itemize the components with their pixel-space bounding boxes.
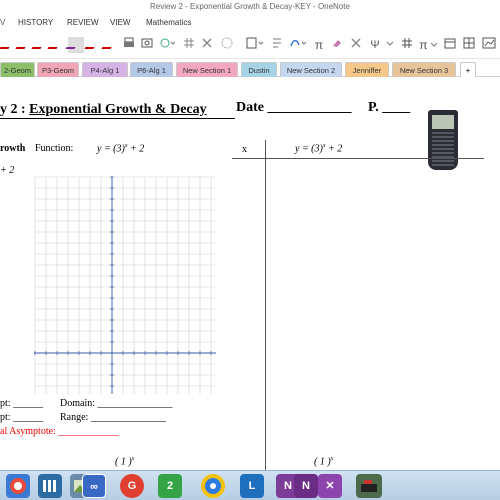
- taskbar-lync-icon[interactable]: L: [240, 474, 264, 498]
- decay-fraction-right: ( 1 )x: [314, 456, 334, 468]
- calculator-screen: [432, 115, 454, 129]
- title-underline: y 2 : Exponential Growth & Decay: [0, 102, 235, 119]
- section-tab-new-section-2[interactable]: New Section 2: [280, 62, 342, 77]
- format-icon[interactable]: [270, 37, 284, 53]
- left-equation-partial: + 2: [0, 165, 15, 176]
- y-intercept-label: pt: ______: [0, 412, 44, 423]
- range-label: Range: _______________: [60, 412, 166, 423]
- taskbar-chrome-like-icon[interactable]: [6, 474, 30, 498]
- table-divider: [265, 140, 266, 470]
- ink-to-shape-icon[interactable]: [288, 37, 308, 53]
- pen-selected-icon[interactable]: [65, 37, 84, 53]
- section-tab-p4-alg1[interactable]: P4-Alg 1: [82, 62, 128, 77]
- ribbon-toolbar: π Ψ π: [0, 31, 500, 59]
- psi-icon[interactable]: Ψ: [366, 37, 384, 53]
- section-tab-new-section-1[interactable]: New Section 1: [176, 62, 238, 77]
- window-title: Review 2 - Exponential Growth & Decay-KE…: [150, 2, 350, 11]
- taskbar-document-camera-icon[interactable]: [356, 474, 382, 498]
- delete-icon[interactable]: [201, 37, 213, 53]
- chart-icon[interactable]: [481, 37, 497, 53]
- section-tab-p3-geom[interactable]: P3-Geom: [37, 62, 79, 77]
- picture-icon[interactable]: [140, 37, 154, 53]
- lasso-icon[interactable]: [219, 37, 235, 53]
- menu-partial[interactable]: V: [0, 18, 5, 27]
- ribbon-tabs: V HISTORY REVIEW VIEW Mathematics: [0, 14, 500, 31]
- clear-icon[interactable]: [349, 37, 363, 53]
- matrix-icon[interactable]: [400, 37, 414, 53]
- taskbar-onenote-2-icon[interactable]: N: [294, 474, 318, 498]
- section-tab-p6-alg1[interactable]: P6-Alg 1: [130, 62, 173, 77]
- menu-mathematics[interactable]: Mathematics: [146, 18, 191, 27]
- function-label: Function:: [35, 143, 74, 154]
- insert-space-icon[interactable]: [245, 37, 265, 53]
- shape-circle-icon[interactable]: [158, 37, 176, 53]
- note-page[interactable]: y 2 : Exponential Growth & Decay Date __…: [0, 78, 500, 470]
- table-y-header: y = (3)x + 2: [295, 143, 343, 155]
- calculator-keys: [432, 132, 454, 166]
- growth-label: rowth: [0, 143, 26, 154]
- calendar-icon[interactable]: [443, 37, 457, 53]
- taskbar-infinity-icon[interactable]: ∞: [82, 474, 106, 498]
- pen-red-icon[interactable]: [0, 37, 16, 53]
- pi-icon[interactable]: π: [313, 37, 325, 53]
- worksheet-title: y 2 : Exponential Growth & Decay: [0, 102, 235, 119]
- taskbar-library-icon[interactable]: [38, 474, 62, 498]
- domain-label: Domain: _______________: [60, 398, 173, 409]
- onenote-window: Review 2 - Exponential Growth & Decay-KE…: [0, 0, 500, 500]
- period-field: P. ____: [368, 100, 411, 115]
- section-tabs: 2-Geom P3-Geom P4-Alg 1 P6-Alg 1 New Sec…: [0, 60, 500, 77]
- section-tab-jenniffer[interactable]: Jenniffer: [345, 62, 389, 77]
- table-header-line: [232, 158, 484, 159]
- menu-review[interactable]: REVIEW: [67, 18, 99, 27]
- dropdown-icon[interactable]: [384, 37, 396, 53]
- x-intercept-label: pt: ______: [0, 398, 44, 409]
- table-x-header: x: [242, 144, 247, 155]
- pen-red-5-icon[interactable]: [84, 37, 101, 53]
- section-tab-dustin[interactable]: Dustin: [241, 62, 277, 77]
- taskbar-app-2-icon[interactable]: 2: [158, 474, 182, 498]
- taskbar-camera-icon[interactable]: [201, 474, 225, 498]
- taskbar-google-icon[interactable]: G: [120, 474, 144, 498]
- decay-fraction-left: ( 1 )x: [115, 456, 135, 468]
- eraser-icon[interactable]: [330, 37, 344, 53]
- menu-view[interactable]: VIEW: [110, 18, 130, 27]
- date-field: Date ____________: [236, 100, 352, 115]
- windows-taskbar: ∞ G 2 L N N ✕: [0, 470, 500, 500]
- section-tab-2-geom[interactable]: 2-Geom: [0, 62, 35, 77]
- grid-icon[interactable]: [182, 37, 196, 53]
- coordinate-grid[interactable]: [30, 173, 220, 398]
- asymptote-label: al Asymptote: ____________: [0, 426, 119, 437]
- pen-red-2-icon[interactable]: [15, 37, 32, 53]
- print-icon[interactable]: [122, 37, 136, 53]
- menu-history[interactable]: HISTORY: [18, 18, 53, 27]
- pi-menu-icon[interactable]: π: [418, 37, 438, 53]
- taskbar-app-x-icon[interactable]: ✕: [318, 474, 342, 498]
- pen-red-4-icon[interactable]: [47, 37, 64, 53]
- table-icon[interactable]: [462, 37, 476, 53]
- pen-red-6-icon[interactable]: [101, 37, 118, 53]
- function-equation: y = (3)x + 2: [97, 143, 145, 155]
- title-bar: Review 2 - Exponential Growth & Decay-KE…: [0, 0, 500, 14]
- add-section-tab[interactable]: +: [460, 62, 476, 77]
- graphing-calculator-image: [428, 110, 458, 170]
- pen-red-3-icon[interactable]: [31, 37, 48, 53]
- section-tab-new-section-3[interactable]: New Section 3: [392, 62, 456, 77]
